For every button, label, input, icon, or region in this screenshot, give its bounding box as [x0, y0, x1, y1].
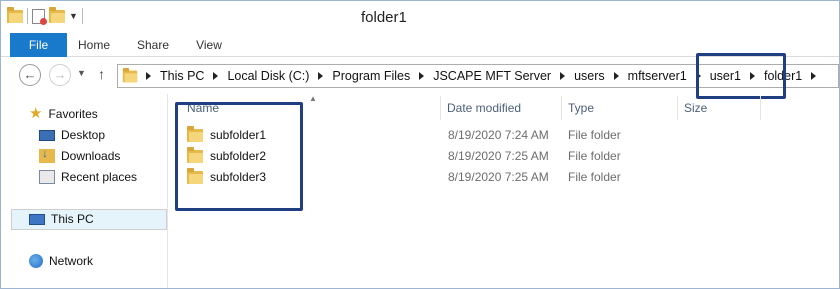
- column-header-type[interactable]: Type: [562, 96, 678, 120]
- downloads-icon: [39, 146, 55, 163]
- desktop-icon: [39, 129, 55, 141]
- item-type: File folder: [568, 128, 621, 142]
- star-icon: ★: [29, 105, 43, 122]
- highlight-box-subfolders: [175, 102, 303, 211]
- breadcrumb-users[interactable]: users: [574, 69, 605, 83]
- sidebar-item-favorites[interactable]: ★ Favorites: [29, 104, 98, 124]
- sidebar-item-label: Downloads: [61, 149, 121, 163]
- column-header-size[interactable]: Size: [678, 96, 761, 120]
- breadcrumb-separator-icon[interactable]: [419, 72, 425, 80]
- sidebar-item-downloads[interactable]: Downloads: [39, 146, 120, 166]
- breadcrumb-separator-icon[interactable]: [811, 72, 817, 80]
- sidebar-item-desktop[interactable]: Desktop: [39, 125, 105, 145]
- forward-button[interactable]: →: [49, 64, 71, 86]
- sidebar-item-label: This PC: [51, 212, 94, 226]
- highlight-box-current-folder: [696, 53, 786, 99]
- breadcrumb-jscape[interactable]: JSCAPE MFT Server: [433, 69, 551, 83]
- computer-icon: [29, 213, 45, 225]
- breadcrumb-separator-icon[interactable]: [560, 72, 566, 80]
- back-button[interactable]: ←: [19, 64, 41, 86]
- sidebar-item-label: Favorites: [48, 107, 98, 121]
- tab-view[interactable]: View: [187, 33, 231, 57]
- title-bar: ▼ folder1: [1, 1, 839, 33]
- item-type: File folder: [568, 149, 621, 163]
- window-title: folder1: [361, 9, 407, 26]
- breadcrumb-local-disk[interactable]: Local Disk (C:): [227, 69, 309, 83]
- sidebar-item-recent-places[interactable]: Recent places: [39, 167, 137, 187]
- breadcrumb-mftserver1[interactable]: mftserver1: [628, 69, 687, 83]
- item-type: File folder: [568, 170, 621, 184]
- column-header-date[interactable]: Date modified: [441, 96, 562, 120]
- breadcrumb-separator-icon[interactable]: [613, 72, 619, 80]
- tab-home[interactable]: Home: [71, 33, 117, 57]
- breadcrumb-this-pc[interactable]: This PC: [160, 69, 204, 83]
- sidebar-item-label: Recent places: [61, 170, 138, 184]
- breadcrumb-separator-icon[interactable]: [146, 72, 151, 80]
- network-icon: [29, 254, 43, 268]
- sidebar-item-label: Desktop: [61, 128, 106, 142]
- explorer-window: ▼ folder1 File Home Share View ← → ▼ ↑ T…: [0, 0, 840, 289]
- up-button[interactable]: ↑: [98, 66, 105, 82]
- tab-share[interactable]: Share: [131, 33, 175, 57]
- navigation-pane: ★ Favorites Desktop Downloads Recent pla…: [1, 94, 168, 288]
- breadcrumb-separator-icon[interactable]: [318, 72, 324, 80]
- folder-icon: [122, 67, 138, 82]
- sidebar-item-network[interactable]: Network: [29, 251, 93, 271]
- item-date: 8/19/2020 7:25 AM: [448, 149, 549, 163]
- item-date: 8/19/2020 7:25 AM: [448, 170, 549, 184]
- item-date: 8/19/2020 7:24 AM: [448, 128, 549, 142]
- tab-file[interactable]: File: [10, 33, 67, 57]
- sidebar-item-this-pc[interactable]: This PC: [29, 209, 94, 229]
- recent-places-icon: [39, 170, 55, 184]
- breadcrumb-program-files[interactable]: Program Files: [332, 69, 410, 83]
- recent-locations-dropdown-icon[interactable]: ▼: [77, 68, 86, 78]
- sidebar-item-label: Network: [49, 254, 94, 268]
- breadcrumb-separator-icon[interactable]: [213, 72, 219, 80]
